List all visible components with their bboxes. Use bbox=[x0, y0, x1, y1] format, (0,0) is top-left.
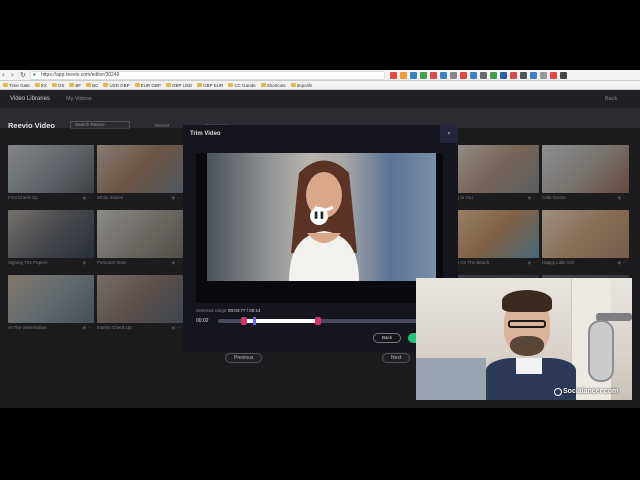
bookmark-item[interactable]: USD GBP bbox=[103, 83, 130, 88]
webcam-presenter-hair bbox=[502, 290, 552, 312]
bookmark-item[interactable]: Time Gate bbox=[3, 83, 30, 88]
bookmark-item[interactable]: BF bbox=[69, 83, 81, 88]
extension-icon[interactable] bbox=[530, 72, 537, 79]
top-navigation: Video Libraries My Videos Back bbox=[0, 90, 640, 108]
webcam-sofa bbox=[416, 358, 486, 400]
trim-end-handle[interactable] bbox=[315, 317, 321, 325]
nav-video-libraries[interactable]: Video Libraries bbox=[10, 96, 50, 102]
nav-my-videos[interactable]: My Videos bbox=[66, 96, 92, 102]
extension-icon[interactable] bbox=[540, 72, 547, 79]
extension-icon[interactable] bbox=[490, 72, 497, 79]
lock-icon: ● bbox=[33, 72, 37, 78]
folder-icon bbox=[228, 83, 234, 87]
extension-icon[interactable] bbox=[440, 72, 447, 79]
playhead-marker[interactable] bbox=[253, 317, 256, 325]
modal-title: Trim Video bbox=[190, 131, 221, 137]
trim-start-handle[interactable] bbox=[241, 317, 247, 325]
bookmark-item[interactable]: EUR GBP bbox=[134, 83, 161, 88]
folder-icon bbox=[3, 83, 8, 87]
selected-range-label: Selected range: bbox=[196, 308, 228, 313]
extension-icon[interactable] bbox=[550, 72, 557, 79]
extension-icon[interactable] bbox=[460, 72, 467, 79]
bookmark-item[interactable]: CC Gande bbox=[228, 83, 256, 88]
menu-icon[interactable] bbox=[560, 72, 567, 79]
folder-icon bbox=[69, 83, 75, 87]
extension-icon[interactable] bbox=[470, 72, 477, 79]
extension-icon[interactable] bbox=[420, 72, 427, 79]
extension-icon[interactable] bbox=[480, 72, 487, 79]
folder-icon bbox=[290, 83, 296, 87]
video-preview[interactable]: ❚❚ bbox=[196, 153, 443, 303]
trim-slider-track[interactable] bbox=[218, 317, 418, 325]
letterbox-top bbox=[0, 0, 640, 70]
selected-range-value: 00:04:77 / 00:14 bbox=[228, 308, 261, 313]
next-button[interactable]: Next bbox=[382, 353, 411, 363]
close-button[interactable]: × bbox=[440, 125, 458, 143]
extension-icon[interactable] bbox=[430, 72, 437, 79]
bookmark-item[interactable]: Imporăr bbox=[290, 83, 312, 88]
extension-icon[interactable] bbox=[510, 72, 517, 79]
folder-icon bbox=[51, 83, 57, 87]
extension-icon[interactable] bbox=[390, 72, 397, 79]
webcam-presenter-collar bbox=[516, 358, 542, 374]
webcam-presenter-glasses bbox=[508, 320, 546, 328]
extension-icon[interactable] bbox=[400, 72, 407, 79]
bookmark-item[interactable]: OS bbox=[51, 83, 64, 88]
folder-icon bbox=[134, 83, 140, 87]
bookmark-item[interactable]: BC bbox=[86, 83, 98, 88]
browser-nav-buttons[interactable]: ‹ › ↻ bbox=[2, 71, 28, 79]
current-time: 00:02 bbox=[196, 318, 209, 324]
brand-logo-icon bbox=[554, 388, 562, 396]
extension-icon[interactable] bbox=[410, 72, 417, 79]
browser-toolbar: ‹ › ↻ ● https://app.reevio.com/editor/30… bbox=[0, 70, 640, 81]
letterbox-bottom bbox=[0, 408, 640, 480]
folder-icon bbox=[34, 83, 40, 87]
pause-button[interactable]: ❚❚ bbox=[310, 207, 328, 225]
folder-icon bbox=[260, 83, 266, 87]
folder-icon bbox=[197, 83, 203, 87]
bookmarks-bar: Time Gate EX OS BF BC USD GBP EUR GBP GB… bbox=[0, 81, 640, 90]
previous-button[interactable]: Previous bbox=[225, 353, 263, 363]
extension-icon[interactable] bbox=[520, 72, 527, 79]
folder-icon bbox=[103, 83, 109, 87]
extension-icon[interactable] bbox=[500, 72, 507, 79]
folder-icon bbox=[86, 83, 92, 87]
folder-icon bbox=[165, 83, 171, 87]
brand-watermark: Socialancer.com bbox=[563, 388, 619, 395]
extension-icon[interactable] bbox=[450, 72, 457, 79]
bookmark-item[interactable]: EX bbox=[34, 83, 47, 88]
extension-icons bbox=[390, 72, 567, 79]
back-button[interactable]: Back bbox=[373, 333, 401, 343]
bookmark-item[interactable]: GBP USD bbox=[165, 83, 192, 88]
bookmark-item[interactable]: Shortcuts bbox=[260, 83, 286, 88]
webcam-presenter-beard bbox=[510, 336, 544, 356]
address-bar[interactable]: ● https://app.reevio.com/editor/30249 bbox=[30, 71, 385, 80]
webcam-overlay: Socialancer.com bbox=[416, 278, 632, 400]
nav-back-link[interactable]: Back bbox=[605, 96, 617, 102]
bookmark-item[interactable]: GBP EUR bbox=[197, 83, 223, 88]
microphone-icon bbox=[588, 320, 614, 382]
url-text: https://app.reevio.com/editor/30249 bbox=[41, 72, 120, 78]
